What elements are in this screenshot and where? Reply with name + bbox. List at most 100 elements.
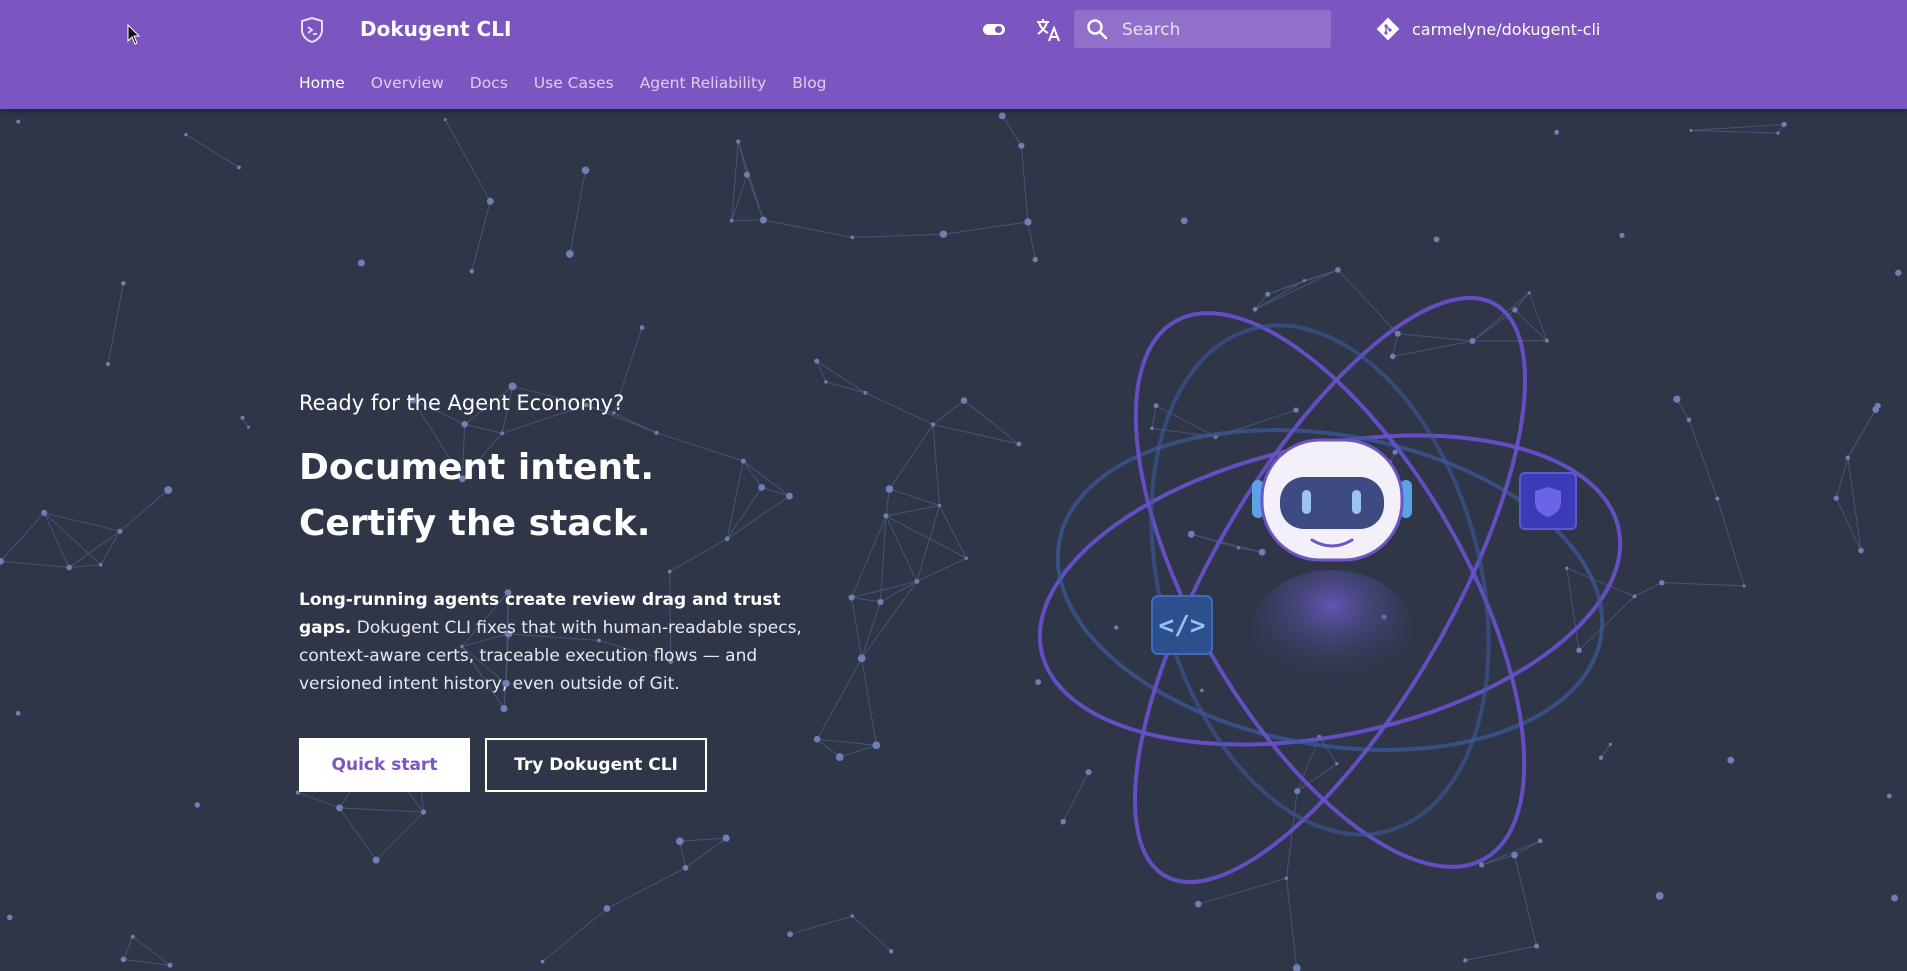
quick-start-button[interactable]: Quick start — [299, 738, 470, 792]
particle-dot — [1776, 131, 1780, 135]
nav-item-blog[interactable]: Blog — [792, 72, 826, 94]
particle-link — [816, 738, 841, 758]
particle-link — [943, 221, 1028, 235]
particle-dot — [1858, 547, 1864, 554]
particle-dot — [1833, 495, 1839, 501]
particle-dot — [850, 235, 855, 240]
particle-dot — [759, 216, 767, 224]
mouse-cursor-icon — [127, 24, 141, 45]
nav-item-use-cases[interactable]: Use Cases — [534, 72, 614, 94]
particle-dot — [682, 864, 689, 871]
particle-dot — [848, 594, 855, 601]
particle-link — [1020, 145, 1029, 222]
hero-eyebrow: Ready for the Agent Economy? — [299, 391, 625, 415]
particle-dot — [117, 528, 123, 534]
particle-link — [339, 807, 377, 861]
particle-link — [679, 837, 727, 842]
particle-link — [816, 658, 863, 740]
particle-link — [471, 201, 491, 272]
particle-dot — [1292, 964, 1301, 971]
search-input[interactable] — [1120, 10, 1324, 50]
particle-link — [851, 597, 881, 603]
particle-link — [889, 488, 940, 507]
particle-link — [1716, 498, 1745, 587]
particle-dot — [41, 509, 48, 516]
particle-link — [817, 738, 877, 746]
particle-link — [1688, 419, 1718, 499]
particle-link — [1835, 457, 1849, 499]
particle-dot — [1659, 579, 1665, 586]
particle-link — [852, 233, 944, 238]
particle-dot — [486, 197, 494, 205]
particle-link — [606, 867, 686, 909]
particle-dot — [1655, 892, 1664, 900]
search-icon — [1087, 19, 1108, 40]
particle-dot — [240, 415, 245, 420]
particle-dot — [105, 362, 110, 367]
particle-link — [885, 515, 918, 582]
particle-dot — [237, 165, 241, 170]
hero-headline-line-2: Certify the stack. — [299, 503, 651, 544]
particle-dot — [1018, 142, 1025, 149]
nav-item-docs[interactable]: Docs — [470, 72, 508, 94]
translate-icon[interactable] — [1034, 16, 1062, 44]
nav-item-home[interactable]: Home — [299, 72, 345, 94]
particle-link — [916, 557, 967, 582]
particle-dot — [888, 949, 894, 954]
particle-link — [1847, 405, 1879, 458]
particle-dot — [66, 564, 72, 571]
particle-dot — [1727, 756, 1735, 764]
particle-dot — [1686, 417, 1692, 423]
particle-dot — [964, 556, 968, 560]
particle-dot — [6, 914, 13, 921]
particle-dot — [336, 804, 344, 812]
particle-dot — [722, 834, 730, 842]
particle-dot — [420, 809, 427, 815]
nav-item-agent-reliability[interactable]: Agent Reliability — [640, 72, 767, 94]
code-icon: </> — [1151, 595, 1213, 655]
hero-headline: Document intent. Certify the stack. — [299, 440, 819, 552]
hero-section: Ready for the Agent Economy? Document in… — [299, 388, 819, 698]
try-dokugent-button[interactable]: Try Dokugent CLI — [485, 738, 707, 792]
toggle-icon[interactable] — [982, 20, 1006, 38]
particle-dot — [194, 802, 201, 808]
particle-link — [569, 170, 586, 255]
particle-link — [542, 908, 608, 963]
particle-dot — [1886, 793, 1892, 799]
particle-dot — [372, 856, 380, 864]
particle-dot — [1194, 900, 1202, 908]
particle-dot — [787, 931, 793, 938]
particle-dot — [164, 486, 173, 494]
particle-link — [737, 141, 764, 221]
particle-dot — [120, 956, 127, 963]
particle-link — [1001, 115, 1022, 146]
particle-link — [44, 512, 121, 532]
particle-link — [43, 512, 102, 566]
particle-link — [737, 141, 748, 175]
nav-item-overview[interactable]: Overview — [371, 72, 444, 94]
particle-dot — [1554, 129, 1560, 135]
particle-link — [0, 512, 45, 562]
particle-link — [69, 564, 101, 569]
particle-dot — [565, 250, 574, 258]
particle-link — [885, 505, 940, 517]
particle-dot — [729, 218, 734, 223]
particle-dot — [676, 837, 684, 846]
particle-link — [839, 744, 877, 758]
hero-buttons: Quick start Try Dokugent CLI — [299, 738, 707, 792]
particle-dot — [960, 397, 968, 404]
particle-dot — [1673, 395, 1681, 403]
particle-link — [888, 424, 934, 490]
particle-dot — [863, 390, 868, 395]
hero-description: Long-running agents create review drag a… — [299, 586, 819, 698]
particle-link — [68, 530, 121, 568]
hero-headline-line-1: Document intent. — [299, 447, 654, 488]
search-box — [1074, 10, 1331, 50]
particle-link — [861, 601, 881, 659]
site-header: Dokugent CLI Search carmelyne/dokugent-c… — [0, 0, 1907, 109]
particle-link — [861, 658, 877, 746]
repo-link[interactable]: carmelyne/dokugent-cli — [1376, 17, 1600, 41]
particle-dot — [1534, 943, 1540, 949]
shield-logo-icon[interactable] — [299, 16, 325, 44]
site-title[interactable]: Dokugent CLI — [360, 16, 511, 42]
